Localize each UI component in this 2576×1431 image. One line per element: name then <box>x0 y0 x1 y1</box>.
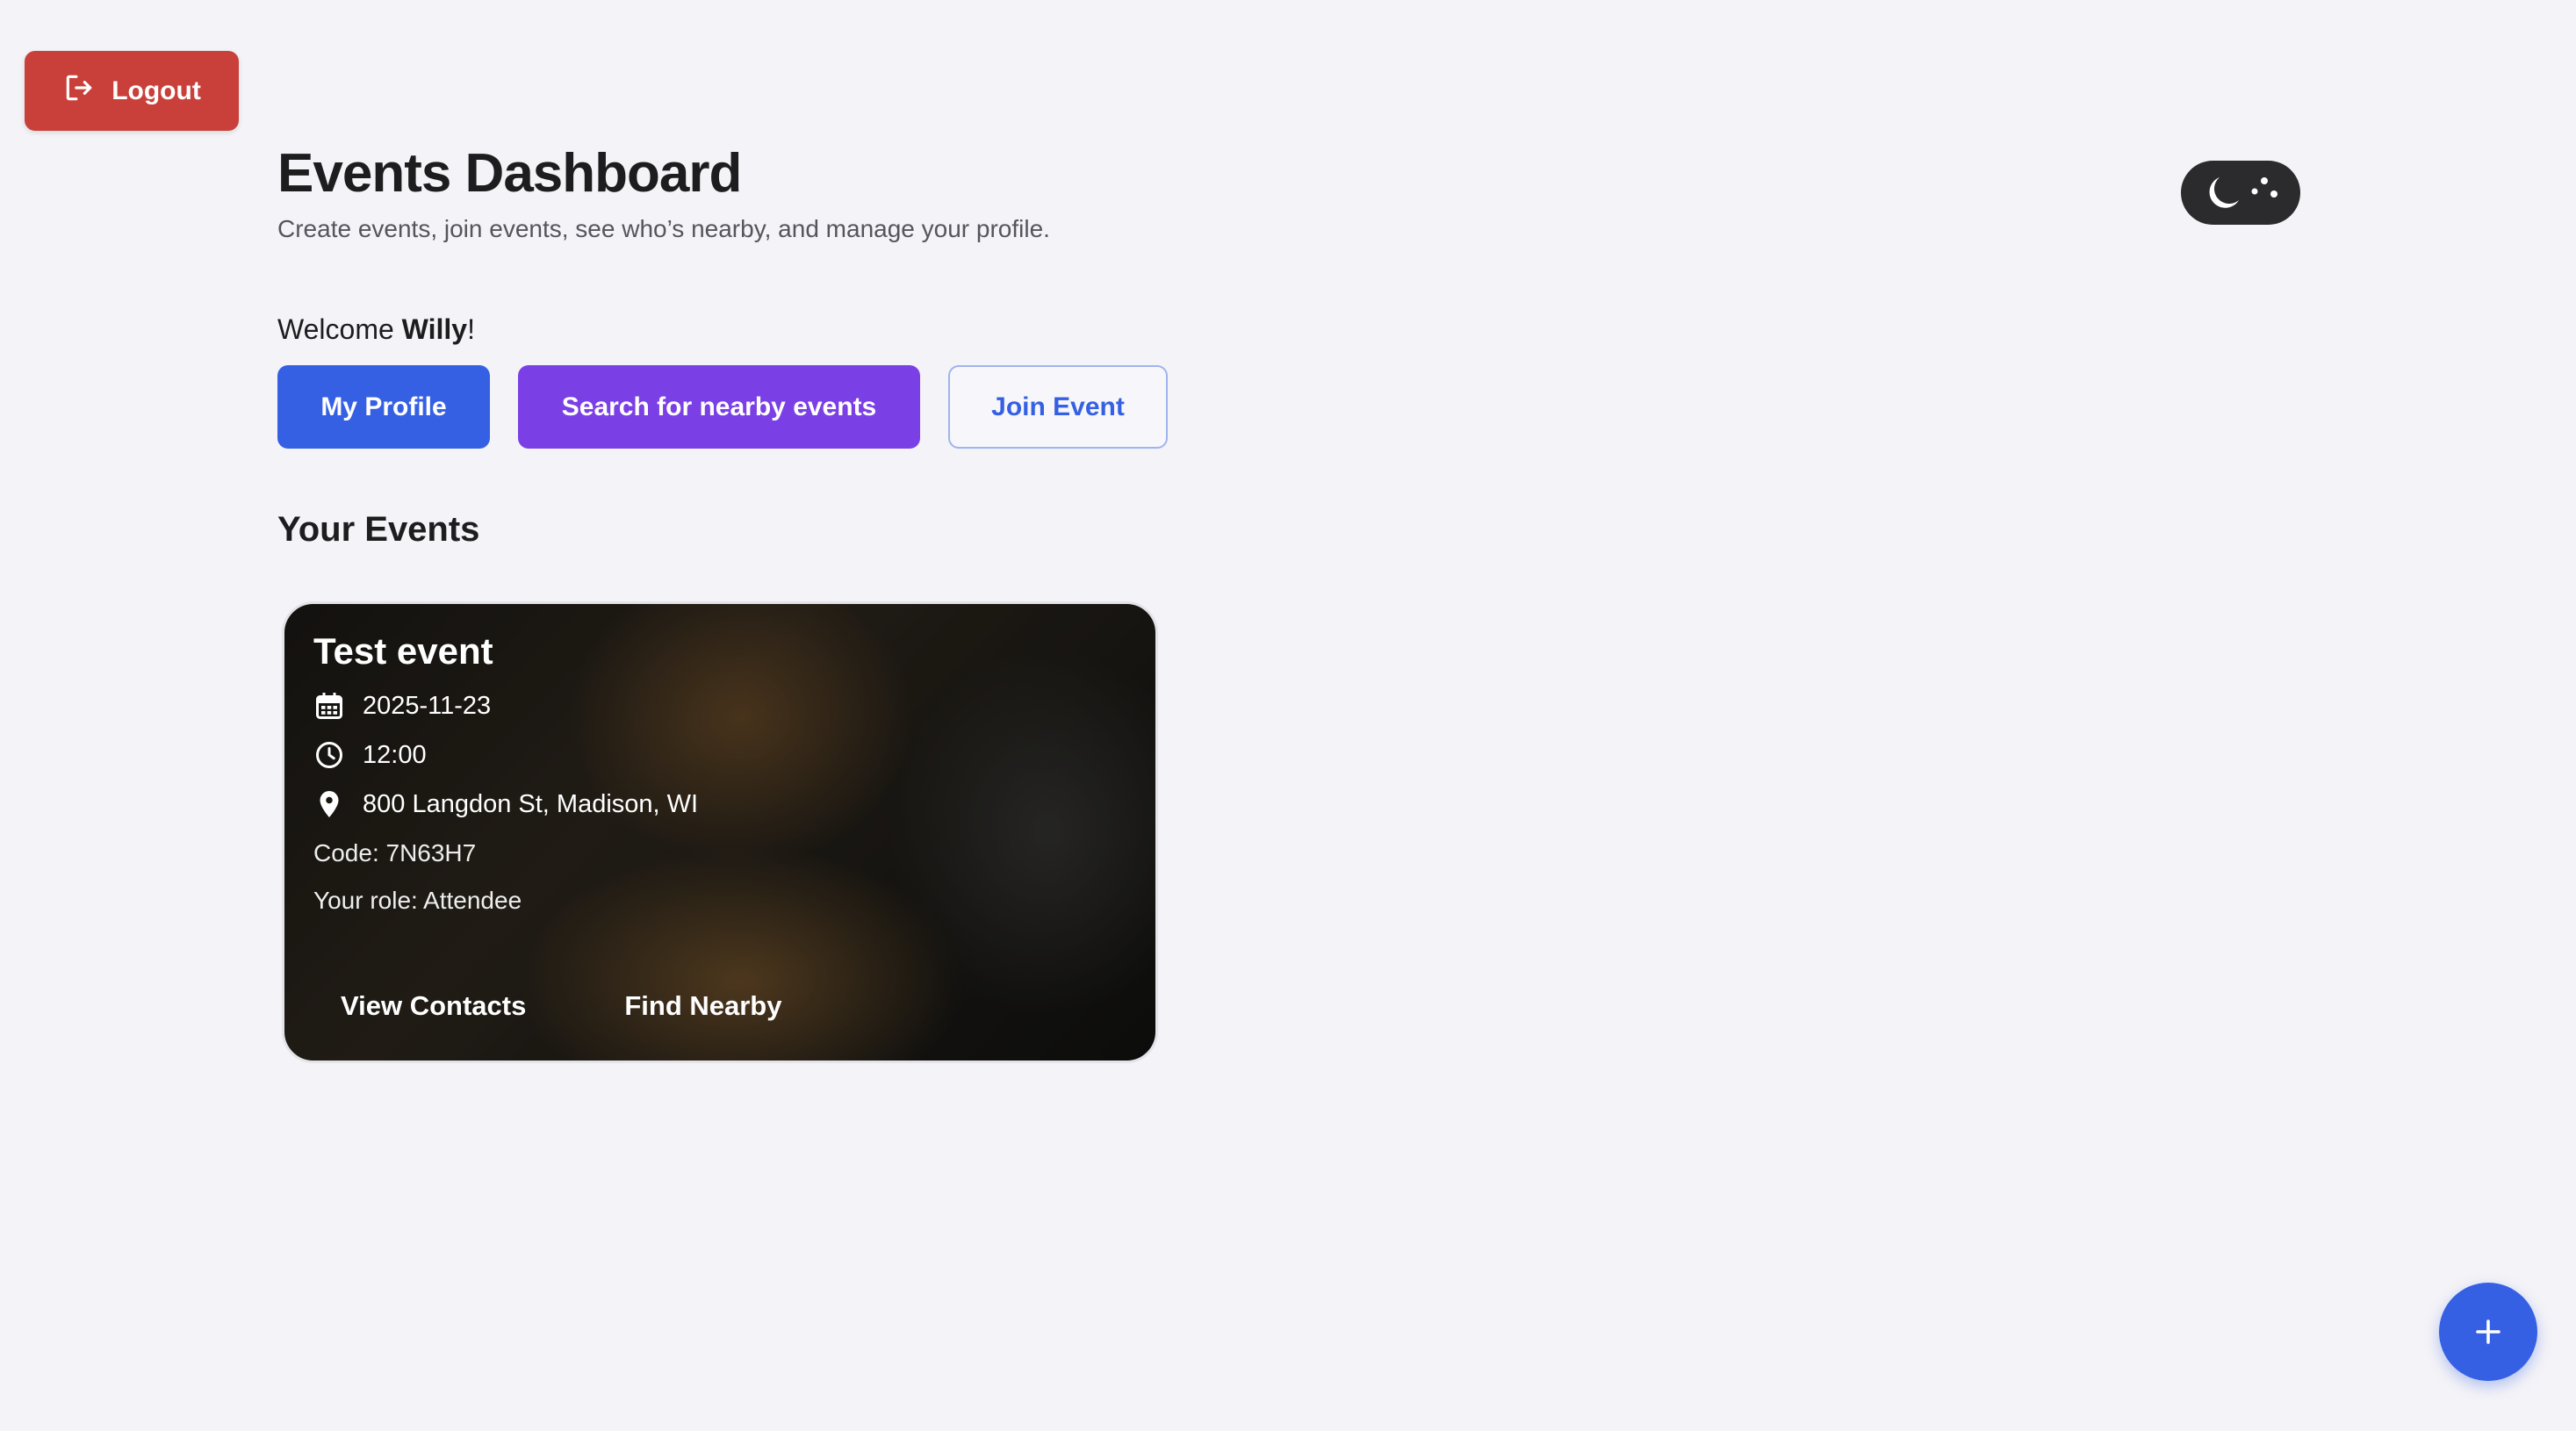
welcome-prefix: Welcome <box>277 313 402 346</box>
search-nearby-events-button[interactable]: Search for nearby events <box>518 365 920 449</box>
event-date-row: 2025-11-23 <box>313 690 698 722</box>
moon-icon <box>2209 177 2277 208</box>
welcome-suffix: ! <box>467 313 475 346</box>
logout-label: Logout <box>112 76 201 105</box>
my-profile-button[interactable]: My Profile <box>277 365 490 449</box>
event-location-row: 800 Langdon St, Madison, WI <box>313 788 698 820</box>
event-location: 800 Langdon St, Madison, WI <box>363 789 699 818</box>
calendar-icon <box>316 693 342 719</box>
event-time-row: 12:00 <box>313 739 698 771</box>
user-name: Willy <box>401 313 468 346</box>
event-card-actions: View Contacts Find Nearby <box>341 990 781 1022</box>
main-content: Events Dashboard Create events, join eve… <box>277 132 1594 1063</box>
location-pin-icon <box>320 791 339 817</box>
clock-icon <box>316 742 342 768</box>
action-buttons: My Profile Search for nearby events Join… <box>277 365 1594 449</box>
view-contacts-button[interactable]: View Contacts <box>341 990 526 1022</box>
your-events-heading: Your Events <box>277 510 480 550</box>
plus-icon <box>2476 1320 2500 1344</box>
add-event-button[interactable] <box>2439 1283 2537 1381</box>
event-card[interactable]: Test event 2025-11-23 12:00 800 Langdon … <box>282 601 1158 1063</box>
welcome-message: Welcome Willy! <box>277 313 1594 346</box>
event-date: 2025-11-23 <box>363 691 492 720</box>
join-event-button[interactable]: Join Event <box>948 365 1168 449</box>
logout-icon <box>62 71 96 111</box>
event-card-content: Test event 2025-11-23 12:00 800 Langdon … <box>313 630 698 915</box>
event-code: Code: 7N63H7 <box>313 839 477 867</box>
page-title: Events Dashboard <box>277 143 742 204</box>
event-title: Test event <box>313 630 493 672</box>
page-subtitle: Create events, join events, see who’s ne… <box>277 215 1050 243</box>
logout-button[interactable]: Logout <box>25 51 239 131</box>
event-role: Your role: Attendee <box>313 887 522 914</box>
event-time: 12:00 <box>363 740 427 769</box>
theme-toggle[interactable] <box>2181 161 2300 225</box>
find-nearby-button[interactable]: Find Nearby <box>624 990 781 1022</box>
